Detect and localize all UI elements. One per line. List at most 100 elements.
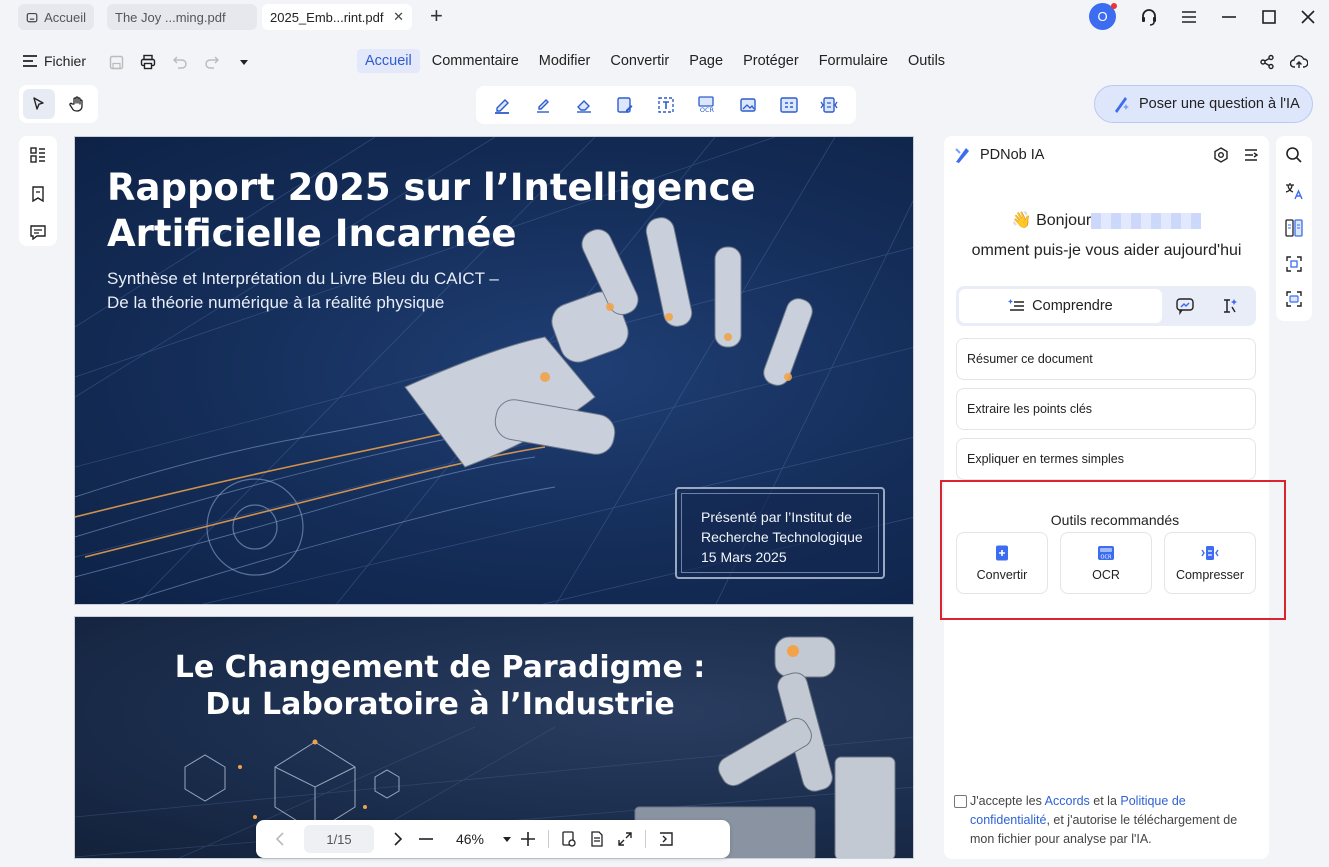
- select-tool-button[interactable]: [23, 89, 55, 119]
- zoom-level[interactable]: 46%: [440, 831, 500, 847]
- divider: [548, 830, 549, 848]
- convert-icon: [996, 545, 1008, 561]
- search-icon[interactable]: [1285, 146, 1303, 167]
- tool-compresser-card[interactable]: Compresser: [1164, 532, 1256, 594]
- redo-icon[interactable]: [203, 53, 221, 71]
- recommended-tools-highlight: Outils recommandés Convertir OCR OCR Com…: [940, 480, 1286, 620]
- share-icon[interactable]: [1258, 53, 1276, 71]
- prev-page-button[interactable]: [266, 825, 294, 853]
- comments-icon[interactable]: [29, 224, 47, 243]
- undo-icon[interactable]: [171, 53, 189, 71]
- screenshot-crop-icon[interactable]: [1285, 255, 1303, 276]
- mode-write-tab[interactable]: [1207, 289, 1253, 323]
- maximize-icon[interactable]: [1258, 6, 1280, 28]
- view-mode-icon[interactable]: [555, 825, 583, 853]
- agreements-link[interactable]: Accords: [1045, 794, 1090, 808]
- close-window-icon[interactable]: [1297, 6, 1319, 28]
- prompt-summarize[interactable]: Résumer ce document: [956, 338, 1256, 380]
- tab-label: The Joy ...ming.pdf: [115, 9, 226, 25]
- tab-home[interactable]: Accueil: [18, 4, 94, 30]
- home-tools: OCR: [476, 86, 856, 124]
- menu-proteger[interactable]: Protéger: [735, 49, 807, 73]
- tab-document-active[interactable]: 2025_Emb...rint.pdf ✕: [262, 4, 412, 30]
- thumbnails-icon[interactable]: [29, 146, 47, 167]
- print-icon[interactable]: [139, 53, 157, 71]
- right-rail: [1276, 136, 1312, 321]
- scan-text-icon[interactable]: [1285, 290, 1303, 311]
- menu-formulaire[interactable]: Formulaire: [811, 49, 896, 73]
- edit-text-icon[interactable]: [614, 94, 636, 116]
- ocr-icon: OCR: [1098, 546, 1114, 561]
- menu-bar: Fichier Accueil Commentaire Modifier Con…: [0, 44, 1329, 80]
- tab-document[interactable]: The Joy ...ming.pdf: [107, 4, 257, 30]
- selection-tools: [19, 85, 98, 123]
- fit-screen-icon[interactable]: [611, 825, 639, 853]
- settings-icon[interactable]: [1213, 147, 1229, 163]
- main-menu: Accueil Commentaire Modifier Convertir P…: [357, 49, 957, 73]
- left-rail: [19, 136, 57, 246]
- more-dropdown-icon[interactable]: [235, 53, 253, 71]
- compare-translate-icon[interactable]: [1284, 218, 1304, 241]
- text-box-icon[interactable]: [655, 94, 677, 116]
- highlight-tool-icon[interactable]: [491, 94, 513, 116]
- title-line: Rapport 2025 sur l’Intelligence: [107, 166, 756, 209]
- menu-modifier[interactable]: Modifier: [531, 49, 599, 73]
- hand-tool-button[interactable]: [61, 89, 93, 119]
- bookmark-icon[interactable]: [30, 185, 46, 206]
- consent-checkbox[interactable]: [954, 795, 967, 808]
- menu-convertir[interactable]: Convertir: [602, 49, 677, 73]
- tool-ocr-card[interactable]: OCR OCR: [1060, 532, 1152, 594]
- page-layout-icon[interactable]: [583, 825, 611, 853]
- page-subtitle: Synthèse et Interprétation du Livre Bleu…: [107, 267, 499, 315]
- consent-text: et la: [1089, 794, 1121, 808]
- minimize-icon[interactable]: [1218, 6, 1240, 28]
- zoom-dropdown-icon[interactable]: [500, 825, 514, 853]
- title-line: Du Laboratoire à l’Industrie: [205, 687, 675, 722]
- menu-outils[interactable]: Outils: [900, 49, 953, 73]
- file-menu-label: Fichier: [44, 53, 87, 69]
- chat-chart-icon: [1175, 298, 1194, 315]
- subtitle-line: Synthèse et Interprétation du Livre Bleu…: [107, 269, 499, 288]
- menu-accueil[interactable]: Accueil: [357, 49, 420, 73]
- greeting: 👋 Bonjour: [944, 210, 1269, 230]
- merge-tool-icon[interactable]: [778, 94, 800, 116]
- tab-label: Accueil: [44, 9, 86, 25]
- zoom-out-button[interactable]: [412, 825, 440, 853]
- tab-label: 2025_Emb...rint.pdf: [270, 9, 384, 25]
- ask-ai-label: Poser une question à l'IA: [1139, 96, 1300, 112]
- file-menu-button[interactable]: Fichier: [22, 53, 86, 69]
- mode-comprendre-tab[interactable]: Comprendre: [959, 289, 1162, 323]
- collapse-toolbar-icon[interactable]: [652, 825, 680, 853]
- title-bar: Accueil The Joy ...ming.pdf 2025_Emb...r…: [0, 0, 1329, 34]
- prompt-key-points[interactable]: Extraire les points clés: [956, 388, 1256, 430]
- new-tab-button[interactable]: +: [430, 5, 443, 27]
- compress-icon: [1201, 546, 1219, 560]
- close-tab-icon[interactable]: ✕: [393, 9, 404, 25]
- wave-icon: 👋: [1011, 212, 1032, 229]
- ask-ai-button[interactable]: Poser une question à l'IA: [1094, 85, 1313, 123]
- ocr-tool-icon[interactable]: OCR: [696, 94, 718, 116]
- prompt-explain[interactable]: Expliquer en termes simples: [956, 438, 1256, 480]
- collapse-panel-icon[interactable]: [1243, 147, 1259, 163]
- hamburger-icon: [23, 55, 37, 67]
- underline-tool-icon[interactable]: [532, 94, 554, 116]
- translate-icon[interactable]: [1284, 181, 1304, 204]
- support-icon[interactable]: [1138, 6, 1160, 28]
- page-number-input[interactable]: 1/15: [304, 825, 374, 853]
- svg-text:OCR: OCR: [700, 106, 715, 114]
- next-page-button[interactable]: [384, 825, 412, 853]
- menu-icon[interactable]: [1178, 6, 1200, 28]
- tool-convertir-card[interactable]: Convertir: [956, 532, 1048, 594]
- compress-tool-icon[interactable]: [818, 94, 840, 116]
- page-navigation: 1/15 46%: [256, 820, 730, 858]
- cloud-upload-icon[interactable]: [1290, 53, 1308, 71]
- save-icon[interactable]: [107, 53, 125, 71]
- eraser-tool-icon[interactable]: [573, 94, 595, 116]
- image-tool-icon[interactable]: [737, 94, 759, 116]
- zoom-in-button[interactable]: [514, 825, 542, 853]
- title-line: Le Changement de Paradigme :: [174, 650, 706, 685]
- ai-logo-icon: [955, 148, 969, 163]
- menu-page[interactable]: Page: [681, 49, 731, 73]
- menu-commentaire[interactable]: Commentaire: [424, 49, 527, 73]
- mode-chat-tab[interactable]: [1162, 289, 1208, 323]
